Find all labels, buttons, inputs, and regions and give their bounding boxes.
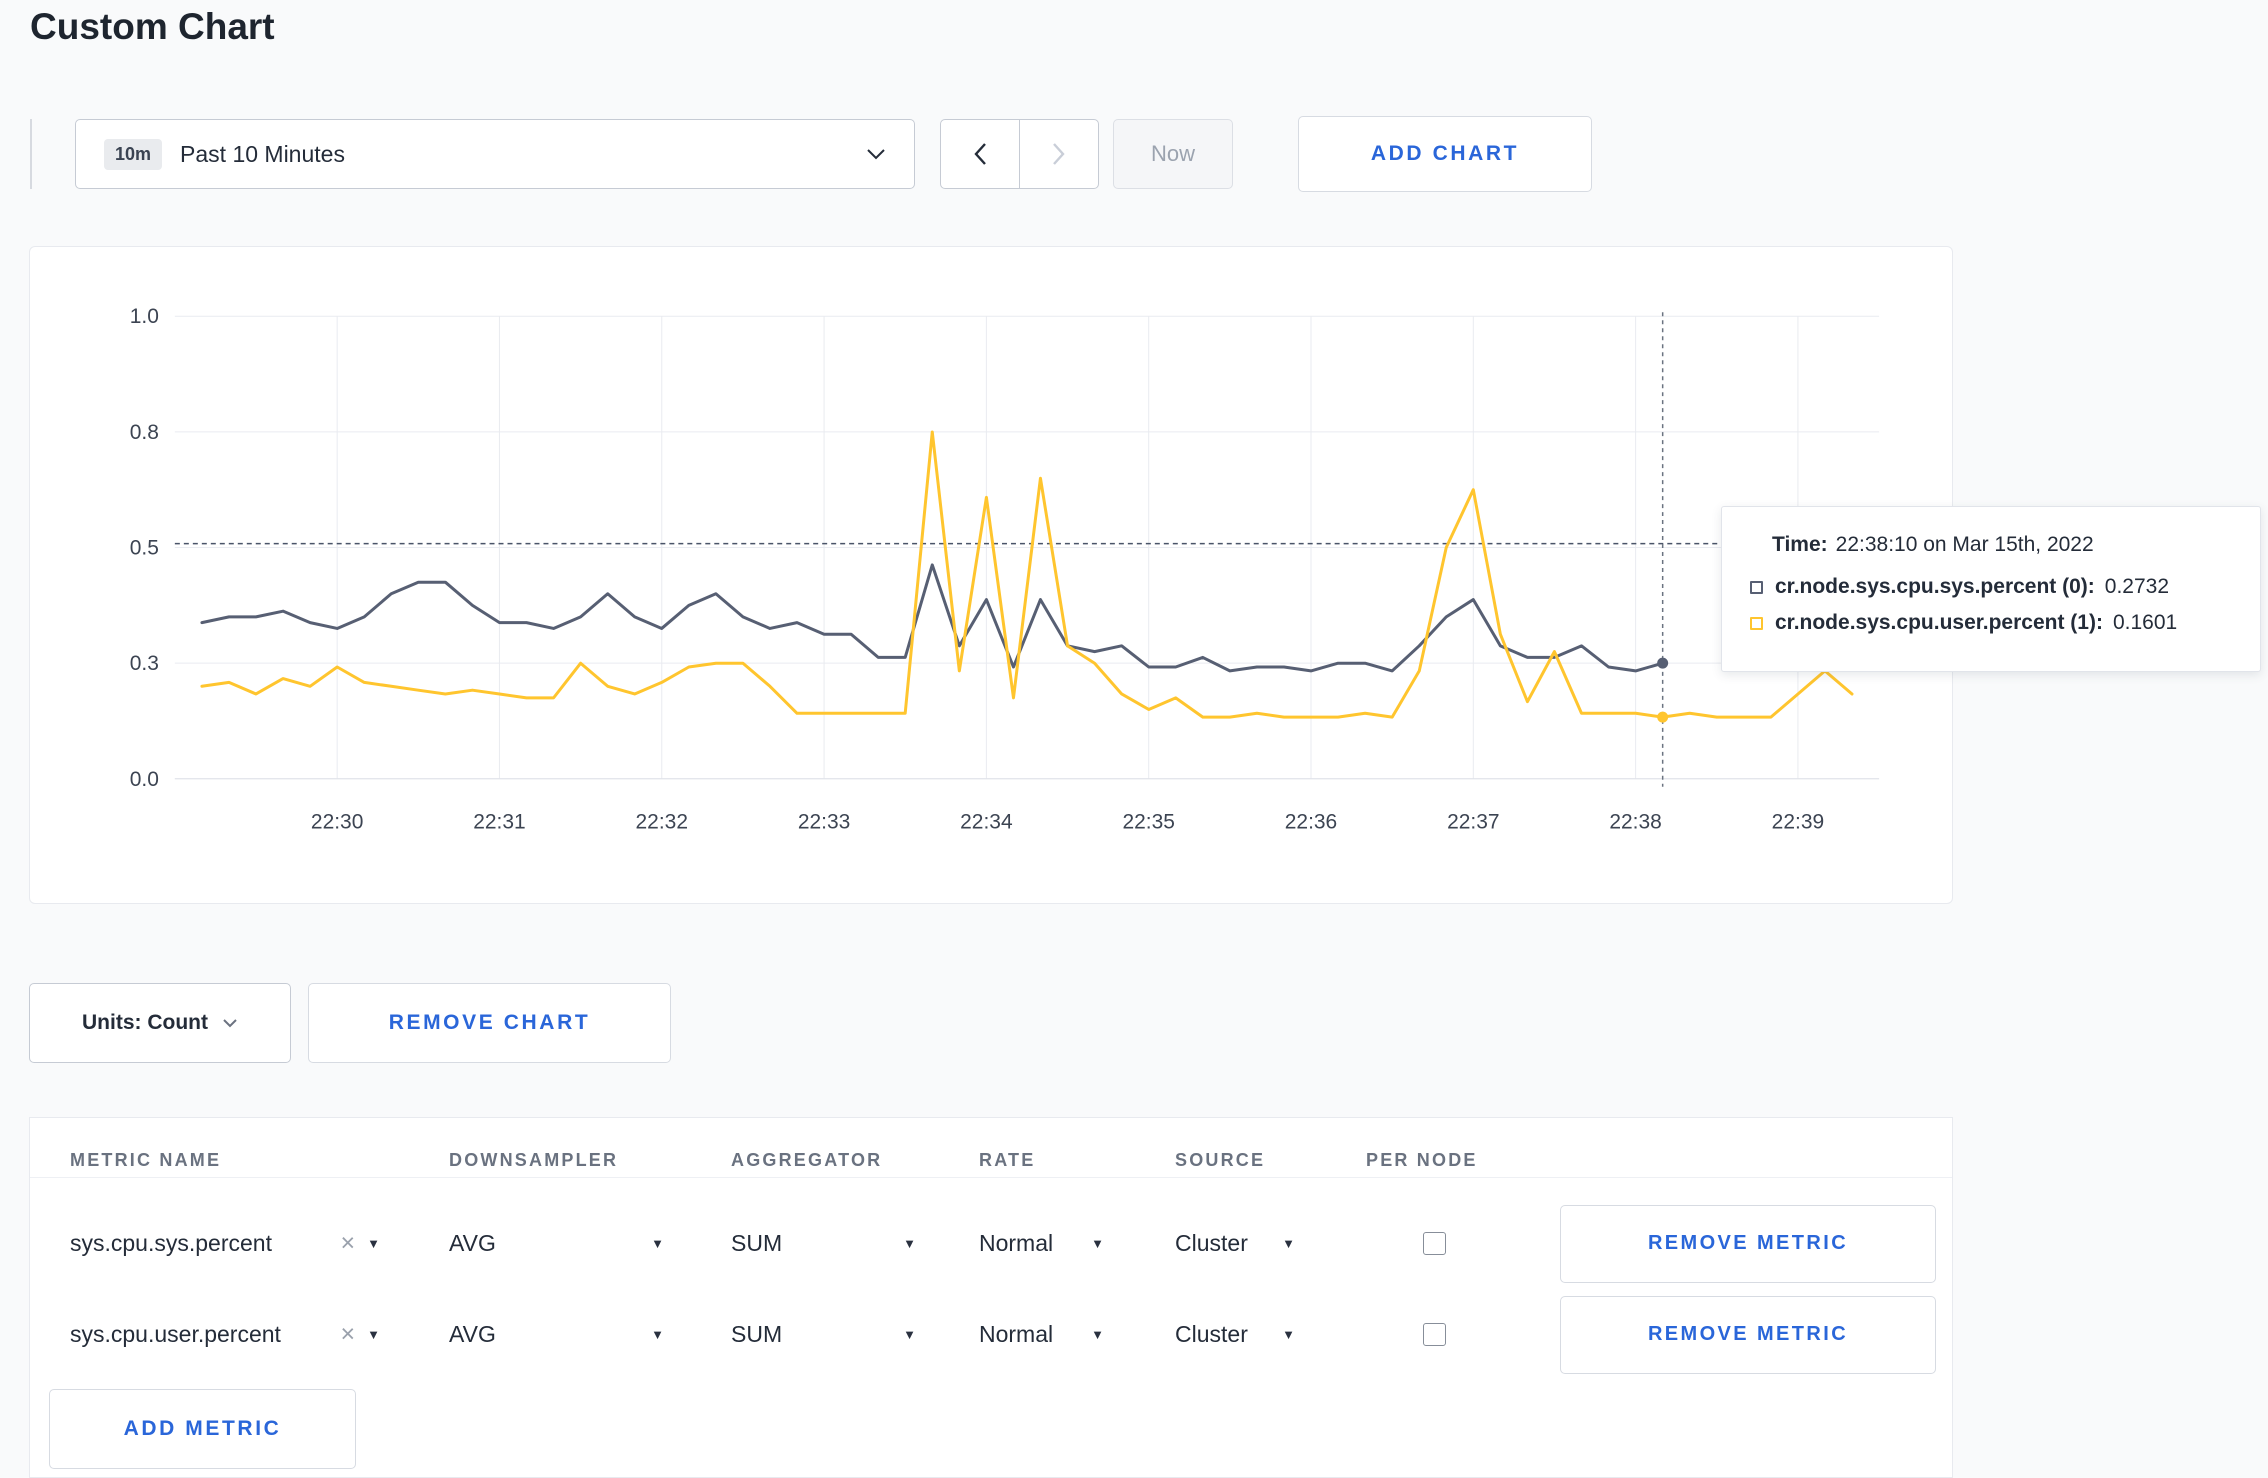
metrics-table-header: METRIC NAME DOWNSAMPLER AGGREGATOR RATE …	[30, 1144, 1952, 1178]
caret-down-icon: ▼	[367, 1236, 380, 1251]
per-node-checkbox[interactable]	[1423, 1323, 1446, 1346]
svg-text:1.0: 1.0	[130, 305, 159, 328]
svg-text:22:39: 22:39	[1772, 811, 1824, 834]
downsampler-select[interactable]: AVG ▼	[449, 1321, 664, 1348]
source-select[interactable]: Cluster ▼	[1175, 1230, 1295, 1257]
metric-name: sys.cpu.sys.percent	[70, 1230, 272, 1256]
col-header-per-node: PER NODE	[1366, 1150, 1478, 1170]
table-row: sys.cpu.sys.percent × ▼ AVG ▼ SUM ▼ Norm…	[30, 1198, 1952, 1289]
caret-down-icon: ▼	[903, 1236, 916, 1251]
tooltip-series-row: cr.node.sys.cpu.sys.percent (0): 0.2732	[1750, 575, 2232, 599]
chart-canvas[interactable]: 0.0 0.3 0.5 0.8 1.0 22:30 22:31 22:32 22:33 22:34…	[30, 247, 1952, 903]
tooltip-series-value: 0.1601	[2112, 611, 2178, 634]
toolbar-divider	[30, 119, 32, 189]
col-header-rate: RATE	[979, 1150, 1036, 1170]
time-range-badge: 10m	[104, 138, 163, 170]
time-prev-button[interactable]	[940, 119, 1020, 189]
caret-down-icon: ▼	[651, 1327, 664, 1342]
rate-value: Normal	[979, 1321, 1054, 1347]
per-node-checkbox[interactable]	[1423, 1232, 1446, 1255]
downsampler-select[interactable]: AVG ▼	[449, 1230, 664, 1257]
source-value: Cluster	[1175, 1230, 1248, 1256]
source-select[interactable]: Cluster ▼	[1175, 1321, 1295, 1348]
metric-select[interactable]: sys.cpu.sys.percent × ▼	[70, 1230, 380, 1257]
svg-text:22:32: 22:32	[636, 811, 688, 834]
caret-down-icon: ▼	[651, 1236, 664, 1251]
time-range-label: Past 10 Minutes	[180, 140, 345, 167]
rate-select[interactable]: Normal ▼	[979, 1230, 1104, 1257]
caret-down-icon: ▼	[1091, 1236, 1104, 1251]
svg-text:0.8: 0.8	[130, 421, 159, 444]
rate-select[interactable]: Normal ▼	[979, 1321, 1104, 1348]
aggregator-select[interactable]: SUM ▼	[731, 1321, 916, 1348]
source-value: Cluster	[1175, 1321, 1248, 1347]
svg-text:22:30: 22:30	[311, 811, 363, 834]
now-button[interactable]: Now	[1113, 119, 1233, 189]
aggregator-value: SUM	[731, 1321, 783, 1347]
chevron-down-icon	[223, 1019, 237, 1028]
page-title: Custom Chart	[30, 6, 275, 47]
chart-panel: 0.0 0.3 0.5 0.8 1.0 22:30 22:31 22:32 22:33 22:34…	[29, 246, 1953, 904]
remove-metric-button[interactable]: REMOVE METRIC	[1560, 1295, 1936, 1374]
downsampler-value: AVG	[449, 1230, 496, 1256]
tooltip-series-value: 0.2732	[2104, 575, 2170, 598]
svg-text:0.0: 0.0	[130, 768, 159, 791]
add-chart-button[interactable]: ADD CHART	[1298, 116, 1592, 192]
chevron-right-icon	[1053, 143, 1065, 165]
tooltip-time-value: 22:38:10 on Mar 15th, 2022	[1835, 533, 2094, 556]
chevron-left-icon	[974, 143, 986, 165]
downsampler-value: AVG	[449, 1321, 496, 1347]
svg-text:0.5: 0.5	[130, 537, 159, 560]
svg-text:22:33: 22:33	[798, 811, 850, 834]
tooltip-series-label: cr.node.sys.cpu.user.percent (1):	[1775, 611, 2103, 634]
col-header-metric-name: METRIC NAME	[70, 1150, 222, 1170]
add-metric-button[interactable]: ADD METRIC	[49, 1389, 356, 1469]
remove-metric-button[interactable]: REMOVE METRIC	[1560, 1204, 1936, 1283]
metric-name: sys.cpu.user.percent	[70, 1321, 281, 1347]
col-header-source: SOURCE	[1175, 1150, 1266, 1170]
col-header-aggregator: AGGREGATOR	[731, 1150, 883, 1170]
svg-text:22:38: 22:38	[1609, 811, 1661, 834]
series-swatch-icon	[1750, 580, 1763, 594]
units-dropdown[interactable]: Units: Count	[29, 983, 291, 1063]
svg-text:22:34: 22:34	[960, 811, 1013, 834]
metric-select[interactable]: sys.cpu.user.percent × ▼	[70, 1321, 380, 1348]
svg-text:22:37: 22:37	[1447, 811, 1499, 834]
time-nav-group	[940, 119, 1099, 189]
time-next-button[interactable]	[1019, 119, 1099, 189]
rate-value: Normal	[979, 1230, 1054, 1256]
table-row: sys.cpu.user.percent × ▼ AVG ▼ SUM ▼ Nor…	[30, 1289, 1952, 1380]
clear-metric-icon[interactable]: ×	[341, 1231, 356, 1256]
clear-metric-icon[interactable]: ×	[341, 1322, 356, 1347]
svg-text:22:36: 22:36	[1285, 811, 1337, 834]
units-label: Units: Count	[82, 1011, 208, 1034]
caret-down-icon: ▼	[1282, 1327, 1295, 1342]
tooltip-time-label: Time:	[1772, 533, 1828, 556]
remove-chart-button[interactable]: REMOVE CHART	[308, 983, 671, 1063]
svg-text:22:35: 22:35	[1122, 811, 1174, 834]
caret-down-icon: ▼	[903, 1327, 916, 1342]
chevron-down-icon	[867, 149, 885, 160]
tooltip-series-label: cr.node.sys.cpu.sys.percent (0):	[1775, 575, 2095, 598]
metrics-table: METRIC NAME DOWNSAMPLER AGGREGATOR RATE …	[29, 1117, 1953, 1478]
caret-down-icon: ▼	[1282, 1236, 1295, 1251]
aggregator-value: SUM	[731, 1230, 783, 1256]
chart-tooltip: Time: 22:38:10 on Mar 15th, 2022 cr.node.…	[1721, 506, 2261, 672]
aggregator-select[interactable]: SUM ▼	[731, 1230, 916, 1257]
tooltip-time: Time: 22:38:10 on Mar 15th, 2022	[1750, 533, 2232, 557]
custom-chart-page: Custom Chart 10m Past 10 Minutes Now ADD…	[0, 0, 2268, 1478]
svg-text:22:31: 22:31	[473, 811, 525, 834]
caret-down-icon: ▼	[1091, 1327, 1104, 1342]
col-header-downsampler: DOWNSAMPLER	[449, 1150, 619, 1170]
caret-down-icon: ▼	[367, 1327, 380, 1342]
svg-text:0.3: 0.3	[130, 652, 159, 675]
series-swatch-icon	[1750, 616, 1763, 630]
tooltip-series-row: cr.node.sys.cpu.user.percent (1): 0.1601	[1750, 611, 2232, 635]
time-range-dropdown[interactable]: 10m Past 10 Minutes	[75, 119, 915, 189]
